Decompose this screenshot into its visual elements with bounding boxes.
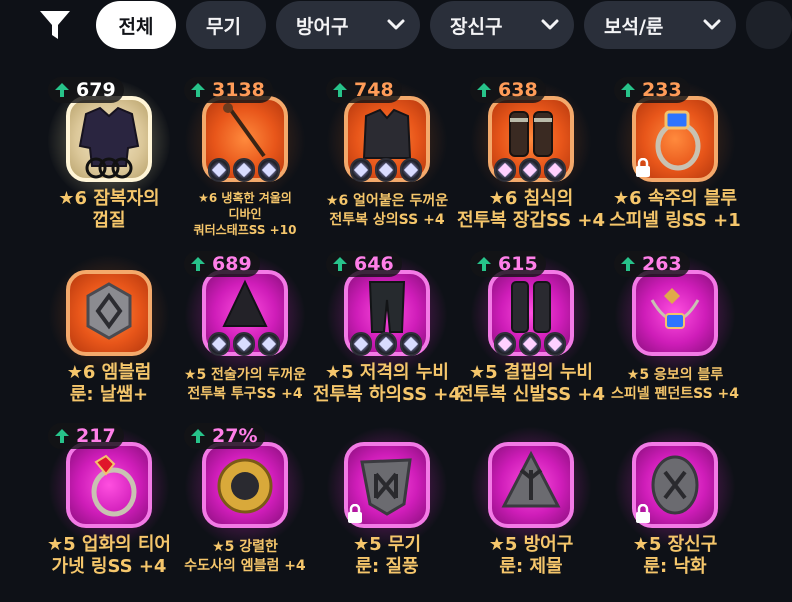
item-name: ★6 침식의 전투복 장갑SS +4 (456, 188, 606, 231)
arrow-up-icon (191, 257, 205, 271)
inventory-item[interactable]: ★6 엠블럼 룬: 날쌤+ (34, 252, 184, 430)
score-badge: 3138 (184, 77, 273, 103)
socket-gems (350, 332, 422, 356)
item-name: ★5 무기 룬: 질풍 (352, 534, 422, 577)
score-value: 27% (212, 425, 258, 447)
score-badge: 748 (326, 77, 402, 103)
arrow-up-icon (621, 83, 635, 97)
arrow-up-icon (55, 83, 69, 97)
item-name: ★5 업화의 티어 가넷 링SS +4 (47, 534, 171, 577)
dropdown-accessory-label: 장신구 (450, 15, 503, 38)
emblem-rune-icon (86, 282, 132, 340)
arrow-up-icon (477, 83, 491, 97)
score-badge: 638 (470, 77, 546, 103)
tab-weapon-label: 무기 (206, 15, 241, 38)
tab-weapon[interactable]: 무기 (186, 1, 266, 49)
inventory-item[interactable]: 615 ★5 결핍의 누비 전투복 신발SS +4 (456, 251, 606, 430)
inventory-item[interactable]: 233 ★6 속주의 블루 스피넬 링SS +1 (600, 77, 750, 256)
score-badge: 689 (184, 251, 260, 277)
score-badge: 679 (48, 77, 124, 103)
inventory-item[interactable]: 646 ★5 저격의 누비 전투복 하의SS +4 (312, 251, 462, 430)
score-badge: 263 (614, 251, 690, 277)
score-badge: 233 (614, 77, 690, 103)
dropdown-accessory[interactable]: 장신구 (430, 1, 574, 49)
socket-gems (494, 158, 566, 182)
score-value: 638 (498, 79, 538, 101)
lock-icon (636, 504, 650, 523)
score-badge: 27% (184, 423, 266, 449)
item-name: ★6 속주의 블루 스피넬 링SS +1 (609, 188, 741, 231)
item-name: ★5 응보의 블루 스피넬 펜던트SS +4 (610, 367, 740, 402)
inventory-item[interactable]: 217 ★5 업화의 티어 가넷 링SS +4 (34, 423, 184, 602)
item-name: ★6 엠블럼 룬: 날쌤+ (66, 362, 152, 405)
lock-icon (636, 158, 650, 177)
chevron-down-icon (541, 19, 559, 30)
filter-icon[interactable] (38, 8, 72, 42)
item-name: ★6 냉혹한 겨울의 디바인 쿼터스태프SS +10 (193, 191, 297, 237)
dropdown-gem-rune[interactable]: 보석/룬 (584, 1, 736, 49)
armor-rune-icon (501, 450, 561, 508)
inventory-item[interactable]: ★5 장신구 룬: 낙화 (600, 424, 750, 602)
item-name: ★5 강렬한 수도사의 엠블럼 +4 (184, 539, 306, 574)
socket-gems (208, 158, 280, 182)
arrow-up-icon (55, 429, 69, 443)
more-filters-chip[interactable] (746, 1, 792, 49)
ring-icon (91, 454, 137, 517)
inventory-item[interactable]: 679 ★6 잠복자의 껍질 (34, 77, 184, 256)
score-badge: 615 (470, 251, 546, 277)
socket-gems (208, 332, 280, 356)
socket-gems (494, 332, 566, 356)
score-badge: 646 (326, 251, 402, 277)
score-value: 679 (76, 79, 116, 101)
lock-icon (348, 504, 362, 523)
arrow-up-icon (333, 83, 347, 97)
arrow-up-icon (191, 83, 205, 97)
score-value: 217 (76, 425, 116, 447)
inventory-item[interactable]: ★5 방어구 룬: 제물 (456, 424, 606, 602)
inventory-item[interactable]: 638 ★6 침식의 전투복 장갑SS +4 (456, 77, 606, 256)
item-name: ★6 잠복자의 껍질 (58, 188, 160, 231)
inventory-item[interactable]: ★5 무기 룬: 질풍 (312, 424, 462, 602)
inventory-item[interactable]: 263 ★5 응보의 블루 스피넬 펜던트SS +4 (600, 251, 750, 430)
tab-all-label: 전체 (118, 15, 154, 38)
item-name: ★5 장신구 룬: 낙화 (632, 534, 718, 577)
chevron-down-icon (387, 19, 405, 30)
armor-chest-icon (78, 106, 140, 179)
item-name: ★6 얼어붙은 두꺼운 전투복 상의SS +4 (325, 193, 449, 228)
dropdown-armor-label: 방어구 (296, 15, 349, 38)
chevron-down-icon (703, 19, 721, 30)
socket-gems (350, 158, 422, 182)
score-value: 615 (498, 253, 538, 275)
arrow-up-icon (191, 429, 205, 443)
dropdown-gem-rune-label: 보석/룬 (604, 15, 664, 38)
arrow-up-icon (621, 257, 635, 271)
filter-bar: 전체 무기 방어구 장신구 보석/룬 (0, 0, 792, 52)
score-value: 3138 (212, 79, 265, 101)
score-value: 748 (354, 79, 394, 101)
inventory-item[interactable]: 689 ★5 전술가의 두꺼운 전투복 투구SS +4 (170, 251, 320, 430)
tab-all[interactable]: 전체 (96, 1, 176, 49)
score-value: 689 (212, 253, 252, 275)
score-value: 263 (642, 253, 682, 275)
item-name: ★5 전술가의 두꺼운 전투복 투구SS +4 (183, 367, 307, 402)
inventory-item[interactable]: 3138 ★6 냉혹한 겨울의 디바인 쿼터스태프SS +10 (170, 77, 320, 256)
score-value: 233 (642, 79, 682, 101)
item-name: ★5 방어구 룬: 제물 (488, 534, 574, 577)
pendant-icon (650, 288, 700, 329)
item-name: ★5 저격의 누비 전투복 하의SS +4 (312, 362, 462, 405)
inventory-item[interactable]: 748 ★6 얼어붙은 두꺼운 전투복 상의SS +4 (312, 77, 462, 256)
inventory-item[interactable]: 27% ★5 강렬한 수도사의 엠블럼 +4 (170, 423, 320, 602)
arrow-up-icon (333, 257, 347, 271)
emblem-icon (217, 458, 273, 514)
score-badge: 217 (48, 423, 124, 449)
item-name: ★5 결핍의 누비 전투복 신발SS +4 (456, 362, 606, 405)
dropdown-armor[interactable]: 방어구 (276, 1, 420, 49)
score-value: 646 (354, 253, 394, 275)
arrow-up-icon (477, 257, 491, 271)
